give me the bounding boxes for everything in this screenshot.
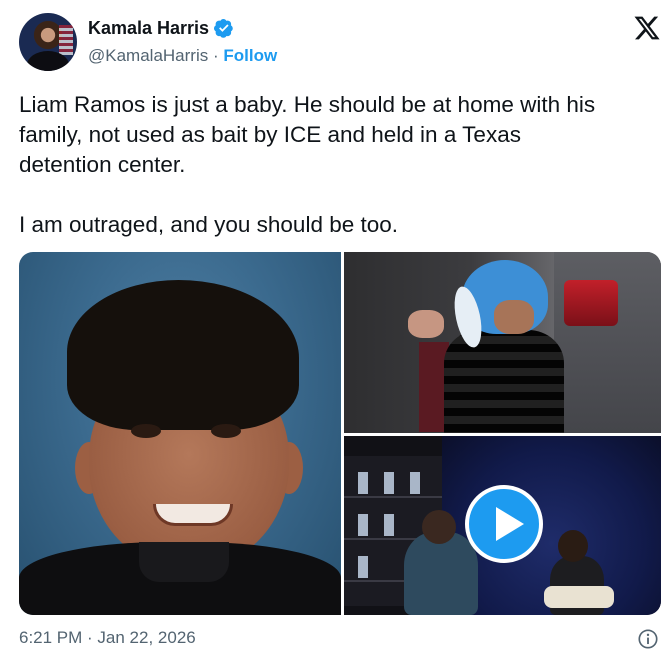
tweet-text-line: Liam Ramos is just a baby. He should be … [19,92,596,117]
portrait-eye [211,424,241,438]
photo-jacket [444,330,564,433]
tweet-text-line: I am outraged, and you should be too. [19,212,399,237]
author-name[interactable]: Kamala Harris [88,18,209,39]
play-icon[interactable] [465,485,543,563]
handle-row: @KamalaHarris · Follow [88,46,277,66]
tweet-text: Liam Ramos is just a baby. He should be … [19,90,659,240]
verified-badge-icon [214,19,233,38]
video-person-left-head [422,510,456,544]
tweet-timestamp[interactable]: 6:21 PM · Jan 22, 2026 [19,628,196,648]
video-book [358,556,368,578]
portrait-collar [139,542,229,582]
media-video-stage[interactable] [344,436,661,615]
handle-separator: · [212,46,219,65]
avatar[interactable] [19,13,77,71]
x-logo-icon[interactable] [633,14,661,42]
video-book [358,472,368,494]
portrait-eye [131,424,161,438]
tweet-text-line: detention center. [19,152,186,177]
video-book [358,514,368,536]
follow-button[interactable]: Follow [223,46,277,65]
video-book [410,472,420,494]
portrait-smile [153,504,233,526]
tweet-card: Kamala Harris @KamalaHarris · Follow Lia… [0,0,661,666]
author-handle[interactable]: @KamalaHarris [88,46,208,65]
video-book [384,472,394,494]
portrait-hair [67,280,299,430]
photo-child-face [494,300,534,334]
video-book [384,514,394,536]
tweet-text-line: family, not used as bait by ICE and held… [19,122,521,147]
media-grid [19,252,661,615]
avatar-shoulders [27,51,69,71]
info-icon[interactable] [637,628,659,650]
video-person-right-head [558,530,588,562]
avatar-flag [59,25,73,55]
video-person-left [404,532,478,615]
photo-hand [408,310,444,338]
media-photo-portrait[interactable] [19,252,341,615]
video-person-right-legs [544,586,614,608]
photo-taillight [564,280,618,326]
media-photo-child-outdoors[interactable] [344,252,661,433]
